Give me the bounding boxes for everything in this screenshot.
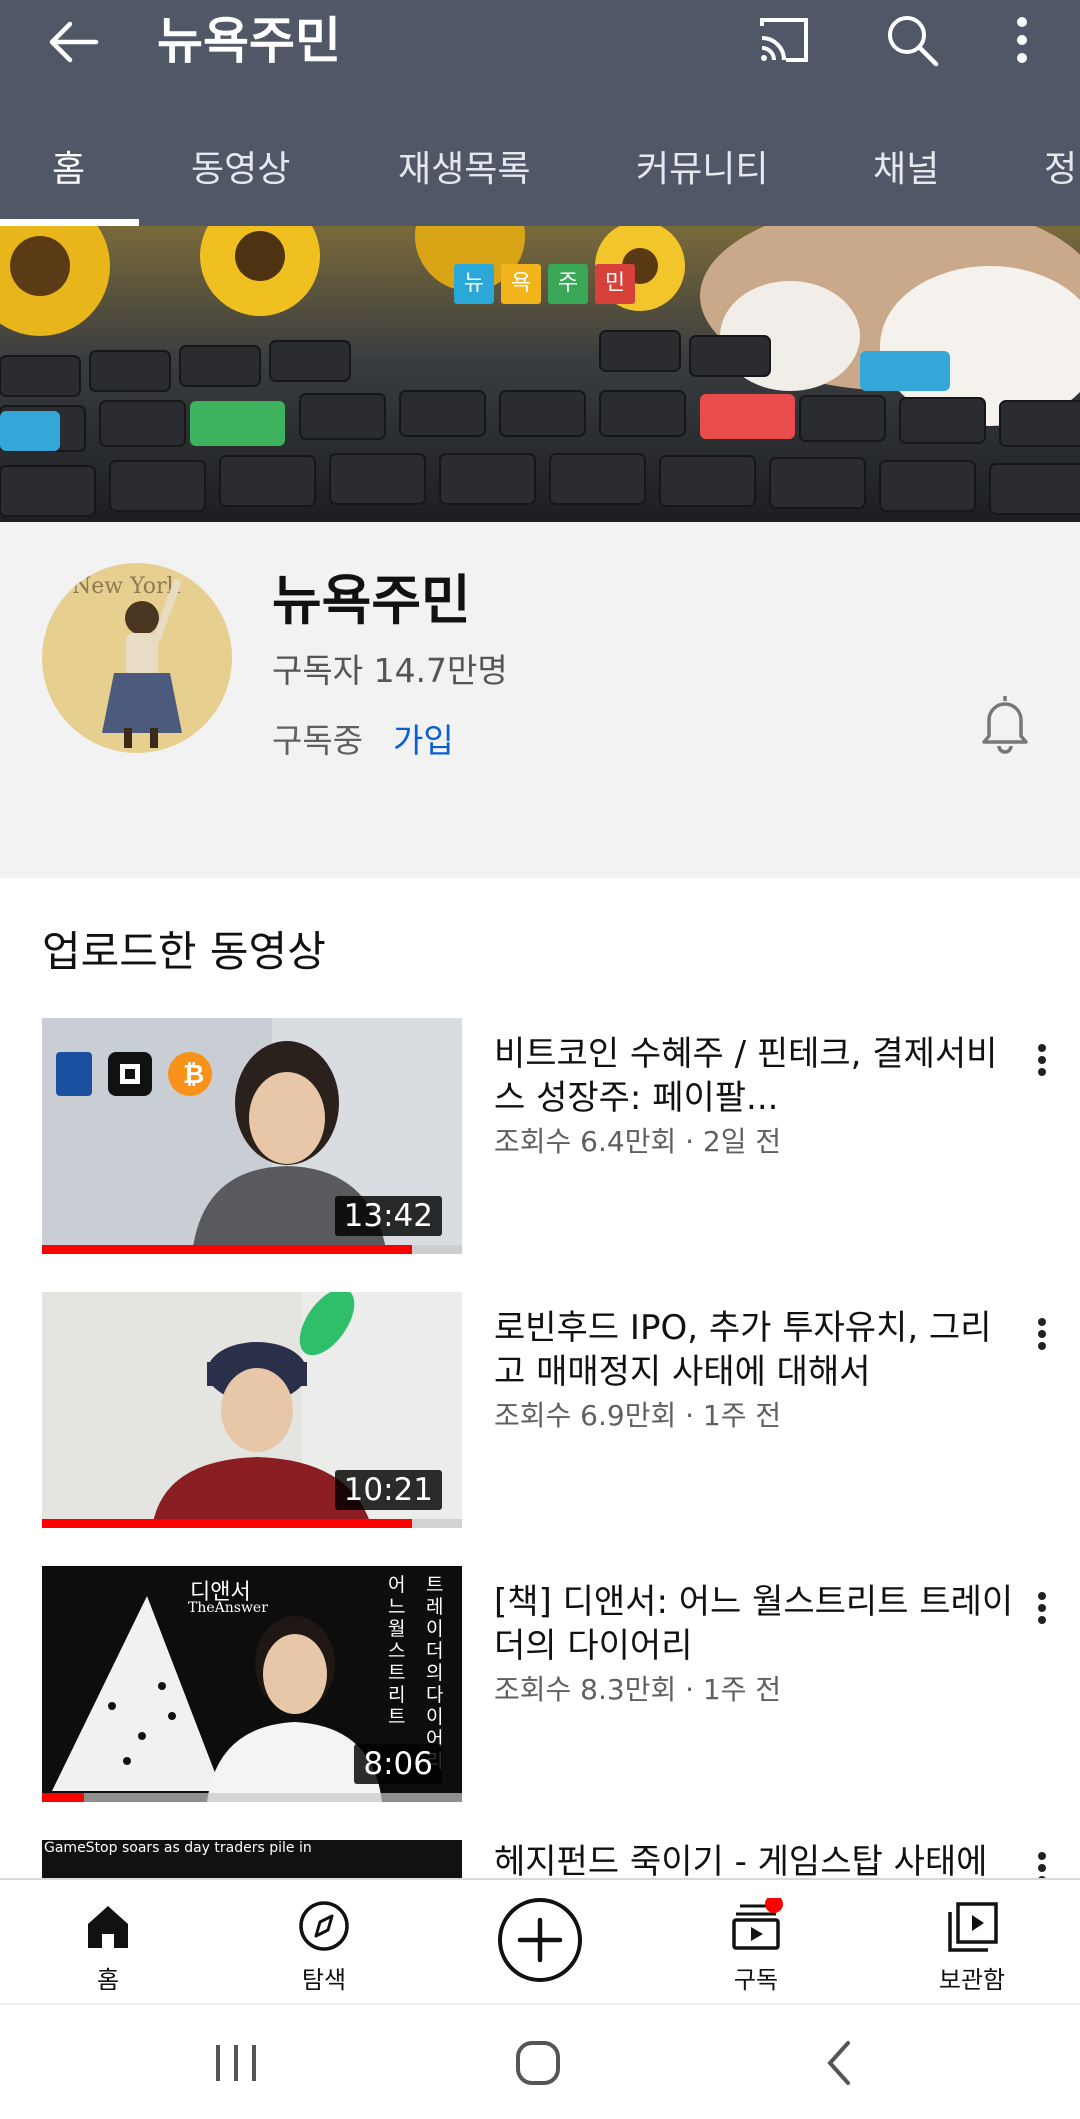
video-meta: 조회수 6.9만회 · 1주 전 <box>494 1399 782 1432</box>
video-thumbnail[interactable]: GameStop soars as day traders pile in <box>42 1840 462 1878</box>
channel-tabs: 홈 동영상 재생목록 커뮤니티 채널 정 <box>0 120 1080 226</box>
video-duration: 8:06 <box>354 1744 442 1784</box>
system-navigation-bar <box>0 2003 1080 2119</box>
banner-logo-letter: 욕 <box>510 271 532 296</box>
banner-logo-letter: 주 <box>557 271 579 296</box>
video-title[interactable]: 로빈후드 IPO, 추가 투자유치, 그리고 매매정지 사태에 대해서 <box>494 1306 1014 1394</box>
video-more-icon[interactable] <box>1024 1310 1060 1370</box>
video-item[interactable]: 10:21 로빈후드 IPO, 추가 투자유치, 그리고 매매정지 사태에 대해… <box>0 1292 1080 1532</box>
watch-progress-bar <box>42 1793 462 1802</box>
tab-playlists[interactable]: 재생목록 <box>398 140 530 192</box>
channel-banner: 뉴 욕 주 민 <box>0 226 1080 522</box>
explore-icon <box>296 1898 352 1954</box>
video-thumbnail[interactable]: 디앤서 TheAnswer 어느 월스트리트 트레이더의 다이어리 8:06 <box>42 1566 462 1802</box>
video-title[interactable]: 비트코인 수혜주 / 핀테크, 결제서비스 성장주: 페이팔... <box>494 1032 1014 1120</box>
section-title: 업로드한 동영상 <box>42 927 326 976</box>
create-plus-icon <box>494 1894 586 1986</box>
watch-progress-fill <box>42 1793 84 1802</box>
video-item[interactable]: 디앤서 TheAnswer 어느 월스트리트 트레이더의 다이어리 8:06 [… <box>0 1566 1080 1806</box>
nav-label: 구독 <box>733 1966 779 1994</box>
subscriber-count: 구독자 14.7만명 <box>272 651 508 690</box>
search-icon[interactable] <box>880 8 944 72</box>
video-thumbnail[interactable]: 10:21 <box>42 1292 462 1528</box>
subscribed-status[interactable]: 구독중 <box>272 714 363 762</box>
tab-about[interactable]: 정 <box>1044 140 1077 192</box>
channel-title: 뉴욕주민 <box>157 12 341 70</box>
nav-label: 보관함 <box>938 1966 1006 1994</box>
thumbnail-text: 어느 월스트리트 <box>388 1574 406 1728</box>
video-item[interactable]: ₿ 13:42 비트코인 수혜주 / 핀테크, 결제서비스 성장주: 페이팔..… <box>0 1018 1080 1258</box>
watch-progress-bar <box>42 1245 462 1254</box>
thumbnail-text: TheAnswer <box>188 1600 268 1616</box>
tab-community[interactable]: 커뮤니티 <box>636 140 768 192</box>
channel-name: 뉴욕주민 <box>272 569 471 632</box>
avatar-lettering: New York <box>72 574 180 599</box>
watch-progress-fill <box>42 1245 412 1254</box>
video-item[interactable]: GameStop soars as day traders pile in 헤지… <box>0 1840 1080 1878</box>
nav-library[interactable]: 보관함 <box>864 1880 1080 2005</box>
video-duration: 10:21 <box>334 1470 442 1510</box>
video-thumbnail[interactable]: ₿ 13:42 <box>42 1018 462 1254</box>
library-icon <box>944 1898 1000 1954</box>
tab-videos[interactable]: 동영상 <box>191 140 290 192</box>
channel-avatar[interactable]: New York <box>42 563 232 753</box>
join-button[interactable]: 가입 <box>393 714 454 762</box>
svg-text:₿: ₿ <box>183 1060 204 1090</box>
video-more-icon[interactable] <box>1024 1584 1060 1644</box>
back-chevron-icon[interactable] <box>812 2035 868 2091</box>
nav-label: 홈 <box>96 1966 120 1994</box>
banner-logo-letter: 뉴 <box>463 271 485 296</box>
watch-progress-bar <box>42 1519 462 1528</box>
banner-logo-letter: 민 <box>604 271 626 296</box>
video-meta: 조회수 8.3만회 · 1주 전 <box>494 1673 782 1706</box>
video-title[interactable]: [책] 디앤서: 어느 월스트리트 트레이더의 다이어리 <box>494 1580 1014 1668</box>
watch-progress-fill <box>42 1519 412 1528</box>
cast-icon[interactable] <box>752 8 816 72</box>
video-duration: 13:42 <box>334 1196 442 1236</box>
subscriptions-icon <box>728 1898 784 1954</box>
home-circle-icon[interactable] <box>510 2035 566 2091</box>
nav-subscriptions[interactable]: 구독 <box>648 1880 864 2005</box>
app-bar: 뉴욕주민 홈 동영상 재생목록 커뮤니티 채널 정 <box>0 0 1080 226</box>
more-vert-icon[interactable] <box>1000 8 1044 72</box>
nav-explore[interactable]: 탐색 <box>216 1880 432 2005</box>
bottom-navigation: 홈 탐색 구독 보관함 <box>0 1878 1080 2003</box>
video-more-icon[interactable] <box>1024 1844 1060 1878</box>
notification-bell-icon[interactable] <box>975 690 1035 754</box>
video-meta: 조회수 6.4만회 · 2일 전 <box>494 1125 782 1158</box>
thumbnail-text: 트레이더의 다이어리 <box>426 1574 444 1772</box>
recents-icon[interactable] <box>208 2035 264 2091</box>
nav-home[interactable]: 홈 <box>0 1880 216 2005</box>
tab-home[interactable]: 홈 <box>52 140 85 192</box>
video-more-icon[interactable] <box>1024 1036 1060 1096</box>
home-icon <box>80 1898 136 1954</box>
nav-create[interactable] <box>432 1880 648 2005</box>
active-tab-indicator <box>0 219 139 226</box>
back-arrow-icon[interactable] <box>42 10 106 74</box>
nav-label: 탐색 <box>301 1966 347 1994</box>
thumbnail-text: GameStop soars as day traders pile in <box>44 1840 312 1856</box>
video-title[interactable]: 헤지펀드 죽이기 - 게임스탑 사태에 <box>494 1840 1014 1878</box>
tab-channels[interactable]: 채널 <box>873 140 939 192</box>
